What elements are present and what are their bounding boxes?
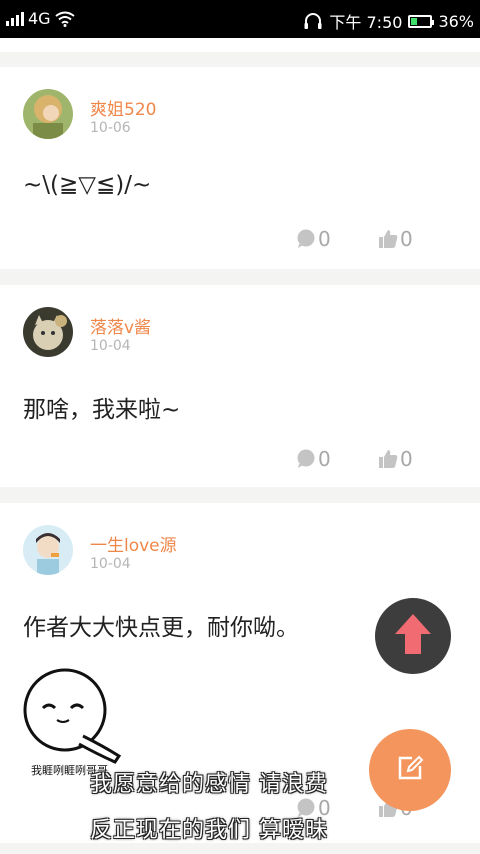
comment-date: 10-04	[90, 338, 131, 354]
signal-icon	[6, 11, 24, 26]
subtitle-line: 反正现在的我们 算暧昧	[90, 818, 328, 843]
headset-icon	[303, 12, 323, 30]
username[interactable]: 一生love源	[90, 531, 177, 556]
wifi-icon	[54, 11, 75, 27]
avatar[interactable]	[23, 525, 73, 575]
comment-count-button[interactable]: 0	[296, 227, 331, 251]
avatar[interactable]	[23, 89, 73, 139]
speech-bubble-icon	[296, 229, 316, 249]
network-type: 4G	[28, 9, 51, 28]
comment-text: 作者大大快点更，耐你呦。	[23, 615, 299, 641]
sticker-image[interactable]: 我睚咧睚咧哥哥	[23, 658, 141, 780]
comment-date: 10-06	[90, 120, 131, 136]
avatar[interactable]	[23, 307, 73, 357]
speech-bubble-icon	[296, 449, 316, 469]
edit-icon	[396, 754, 424, 786]
subtitle-line: 我愿意给的感情 请浪费	[90, 772, 328, 797]
username[interactable]: 爽姐520	[90, 95, 156, 120]
like-button[interactable]: 0	[378, 447, 413, 471]
username[interactable]: 落落v酱	[90, 313, 151, 338]
comment-count: 0	[318, 227, 331, 251]
battery-percent: 36%	[438, 11, 474, 31]
comment-card[interactable]: 落落v酱 10-04 那啥，我来啦~ 0 0	[0, 285, 480, 487]
arrow-up-icon	[393, 612, 433, 660]
comment-text: ~\(≧▽≦)/~	[23, 172, 152, 198]
comment-date: 10-04	[90, 556, 131, 572]
battery-icon	[408, 14, 435, 28]
thumbs-up-icon	[378, 229, 398, 249]
partial-card	[0, 38, 480, 52]
thumbs-up-icon	[378, 449, 398, 469]
compose-button[interactable]	[369, 729, 451, 811]
clock: 下午 7:50	[329, 13, 403, 32]
status-bar: 4G 下午 7:50 36%	[0, 0, 480, 38]
like-count: 0	[400, 227, 413, 251]
comment-count: 0	[318, 447, 331, 471]
comment-card[interactable]: 爽姐520 10-06 ~\(≧▽≦)/~ 0 0	[0, 67, 480, 269]
comment-count-button[interactable]: 0	[296, 447, 331, 471]
like-button[interactable]: 0	[378, 227, 413, 251]
comment-text: 那啥，我来啦~	[23, 397, 181, 423]
scroll-top-button[interactable]	[375, 598, 451, 674]
like-count: 0	[400, 447, 413, 471]
